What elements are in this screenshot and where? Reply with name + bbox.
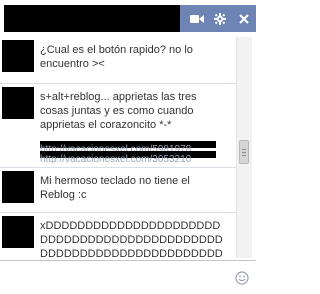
- emoji-button[interactable]: [235, 271, 249, 285]
- message-input[interactable]: [4, 268, 228, 290]
- grip-line: [242, 155, 246, 156]
- message-composer: [0, 260, 256, 294]
- smiley-icon: [235, 271, 249, 288]
- message-text: xDDDDDDDDDDDDDDDDDDDDDDDDDDDDDDDDDDDDDDD…: [40, 220, 223, 258]
- avatar[interactable]: [2, 40, 34, 72]
- message-item: ¿Cual es el botón rapido? no lo encuentr…: [0, 40, 236, 80]
- close-icon: [239, 13, 249, 24]
- message-link[interactable]: http://vacacionesxel.com/3053210: [40, 151, 216, 163]
- message-divider: [0, 83, 236, 84]
- message-list[interactable]: ¿Cual es el botón rapido? no lo encuentr…: [0, 37, 256, 258]
- video-call-button[interactable]: [188, 5, 206, 32]
- message-text: s+alt+reblog... apprietas las tres cosas…: [40, 91, 197, 131]
- close-button[interactable]: [235, 5, 253, 32]
- message-item: xDDDDDDDDDDDDDDDDDDDDDDDDDDDDDDDDDDDDDDD…: [0, 216, 236, 258]
- gear-icon: [214, 12, 226, 25]
- header-controls: [180, 5, 256, 32]
- grip-line: [242, 152, 246, 153]
- settings-button[interactable]: [211, 5, 229, 32]
- redacted-contact-name[interactable]: [4, 5, 180, 32]
- message-divider: [0, 212, 236, 213]
- message-text: ¿Cual es el botón rapido? no lo encuentr…: [40, 44, 193, 70]
- message-text: Mi hermoso teclado no tiene el Reblog :c: [40, 175, 190, 201]
- avatar[interactable]: [2, 87, 34, 119]
- avatar[interactable]: [2, 171, 34, 203]
- grip-line: [242, 149, 246, 150]
- chat-header: [0, 0, 256, 37]
- scrollbar-thumb[interactable]: [239, 140, 249, 164]
- message-scrollbar[interactable]: [236, 37, 252, 258]
- message-item: Mi hermoso teclado no tiene el Reblog :c: [0, 171, 236, 211]
- video-camera-icon: [190, 14, 204, 24]
- message-divider: [0, 167, 236, 168]
- avatar[interactable]: [2, 216, 34, 248]
